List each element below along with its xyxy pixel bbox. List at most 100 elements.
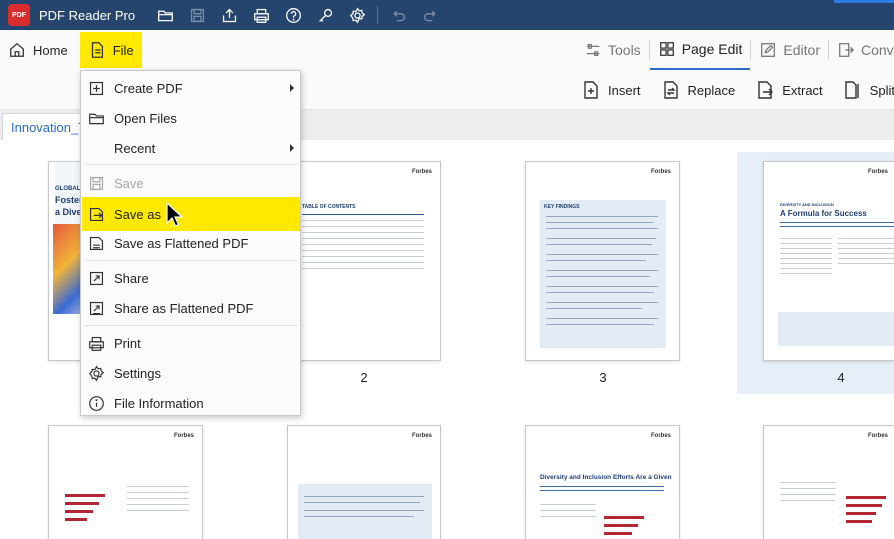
- extract-label: Extract: [782, 82, 823, 98]
- create-pdf-icon: [89, 81, 104, 95]
- file-tab[interactable]: File: [79, 32, 142, 68]
- tab-tools-label: Tools: [608, 42, 641, 58]
- mouse-cursor-icon: [166, 202, 184, 227]
- toolbar-divider: [377, 6, 379, 24]
- page-1-title-line-1: Foster: [55, 195, 83, 205]
- page-thumbnail-6[interactable]: Forbes: [287, 425, 441, 539]
- menu-item-label: Recent: [114, 140, 156, 156]
- submenu-arrow-icon: [290, 144, 294, 152]
- menu-item-label: Save as Flattened PDF: [114, 235, 249, 251]
- menu-item-label: Open Files: [114, 110, 177, 126]
- page-thumbnail-8[interactable]: Forbes: [763, 425, 894, 539]
- open-folder-icon: [89, 113, 104, 124]
- file-tab-label: File: [112, 42, 134, 58]
- page-1-kicker: GLOBAL: [55, 186, 81, 192]
- menu-item-save[interactable]: Save: [82, 168, 300, 198]
- app-logo-icon: PDF: [8, 4, 30, 26]
- replace-page-icon: [663, 81, 678, 99]
- home-tab[interactable]: Home: [0, 31, 76, 69]
- insert-button[interactable]: Insert: [576, 70, 646, 110]
- convert-icon: [839, 43, 855, 57]
- redo-icon[interactable]: [414, 0, 446, 30]
- menu-item-label: File Information: [114, 395, 204, 411]
- page-8-brand: Forbes: [867, 433, 888, 439]
- page-thumbnail-3[interactable]: Forbes KEY FINDINGS: [525, 161, 680, 361]
- page-1-title-line-2: a Dive: [55, 207, 82, 217]
- page-2-heading: TABLE OF CONTENTS: [302, 204, 356, 210]
- settings-gear-icon[interactable]: [341, 0, 373, 30]
- menu-separator: [85, 164, 297, 165]
- tab-convert-label: Convert: [860, 42, 894, 58]
- page-4-brand: Forbes: [867, 169, 888, 175]
- menu-item-create-pdf[interactable]: Create PDF: [82, 73, 300, 103]
- save-disk-icon: [89, 176, 104, 190]
- menu-item-open-files[interactable]: Open Files: [82, 103, 300, 133]
- menu-item-label: Share as Flattened PDF: [114, 300, 254, 316]
- menu-bar: Home File Tools Page Edit Editor Convert: [0, 30, 894, 70]
- tab-convert[interactable]: Convert: [829, 30, 894, 70]
- split-button[interactable]: Split: [838, 70, 894, 110]
- tab-editor-label: Editor: [783, 42, 820, 58]
- page-6-block: [298, 484, 432, 539]
- menu-item-save-as[interactable]: Save as: [82, 197, 300, 231]
- open-folder-icon[interactable]: [149, 0, 181, 30]
- page-7-heading: Diversity and Inclusion Efforts Are a Gi…: [540, 474, 672, 481]
- page-3-brand: Forbes: [650, 169, 671, 175]
- extract-button[interactable]: Extract: [750, 70, 827, 110]
- title-accent-bar: [834, 0, 894, 3]
- home-tab-label: Home: [33, 42, 68, 58]
- page-6-brand: Forbes: [411, 433, 432, 439]
- menu-item-settings[interactable]: Settings: [82, 358, 300, 388]
- app-title: PDF Reader Pro: [39, 7, 136, 23]
- share-icon: [89, 271, 104, 285]
- key-icon[interactable]: [309, 0, 341, 30]
- menu-item-share[interactable]: Share: [82, 263, 300, 293]
- quick-access-toolbar: [149, 0, 446, 30]
- page-3-heading: KEY FINDINGS: [544, 204, 580, 210]
- menu-item-label: Save: [114, 175, 144, 191]
- menu-item-label: Save as: [114, 206, 161, 222]
- menu-item-share-as-flattened[interactable]: Share as Flattened PDF: [82, 293, 300, 323]
- page-5-brand: Forbes: [173, 433, 194, 439]
- menu-item-label: Share: [114, 270, 149, 286]
- tab-tools[interactable]: Tools: [576, 30, 649, 70]
- menu-item-file-information[interactable]: File Information: [82, 388, 300, 418]
- page-7-brand: Forbes: [650, 433, 671, 439]
- file-menu: Create PDF Open Files Recent Save Save a…: [80, 70, 301, 416]
- share-icon[interactable]: [213, 0, 245, 30]
- save-flattened-icon: [89, 236, 104, 250]
- menu-item-print[interactable]: Print: [82, 328, 300, 358]
- page-thumbnail-2[interactable]: Forbes TABLE OF CONTENTS: [287, 161, 441, 361]
- tab-page-edit-label: Page Edit: [681, 41, 743, 57]
- settings-gear-icon: [88, 365, 105, 381]
- extract-page-icon: [758, 81, 774, 99]
- tab-editor[interactable]: Editor: [751, 30, 828, 70]
- document-tab[interactable]: Innovation_Tr: [2, 113, 92, 140]
- split-label: Split: [869, 82, 894, 98]
- menu-separator: [85, 260, 297, 261]
- callout-block: [778, 312, 894, 346]
- help-icon[interactable]: [277, 0, 309, 30]
- tab-page-edit[interactable]: Page Edit: [649, 30, 751, 70]
- insert-label: Insert: [608, 82, 641, 98]
- save-disk-icon[interactable]: [181, 0, 213, 30]
- title-bar: PDF PDF Reader Pro: [0, 0, 894, 30]
- editor-icon: [761, 43, 776, 57]
- menu-item-save-as-flattened[interactable]: Save as Flattened PDF: [82, 228, 300, 258]
- menu-item-label: Print: [114, 335, 141, 351]
- file-icon: [91, 42, 103, 58]
- submenu-arrow-icon: [290, 84, 294, 92]
- page-thumbnail-5[interactable]: Forbes: [48, 425, 203, 539]
- menu-separator: [85, 325, 297, 326]
- share-flattened-icon: [89, 301, 104, 315]
- menu-item-recent[interactable]: Recent: [82, 133, 300, 163]
- replace-button[interactable]: Replace: [656, 70, 741, 110]
- page-grid-icon: [659, 42, 674, 56]
- page-4-kicker: DIVERSITY AND INCLUSION: [780, 202, 834, 207]
- page-thumbnail-7[interactable]: Forbes Diversity and Inclusion Efforts A…: [525, 425, 680, 539]
- info-icon: [89, 395, 104, 411]
- print-icon[interactable]: [245, 0, 277, 30]
- undo-icon[interactable]: [382, 0, 414, 30]
- page-thumbnail-4[interactable]: Forbes DIVERSITY AND INCLUSION A Formula…: [763, 161, 894, 361]
- home-icon: [10, 42, 24, 57]
